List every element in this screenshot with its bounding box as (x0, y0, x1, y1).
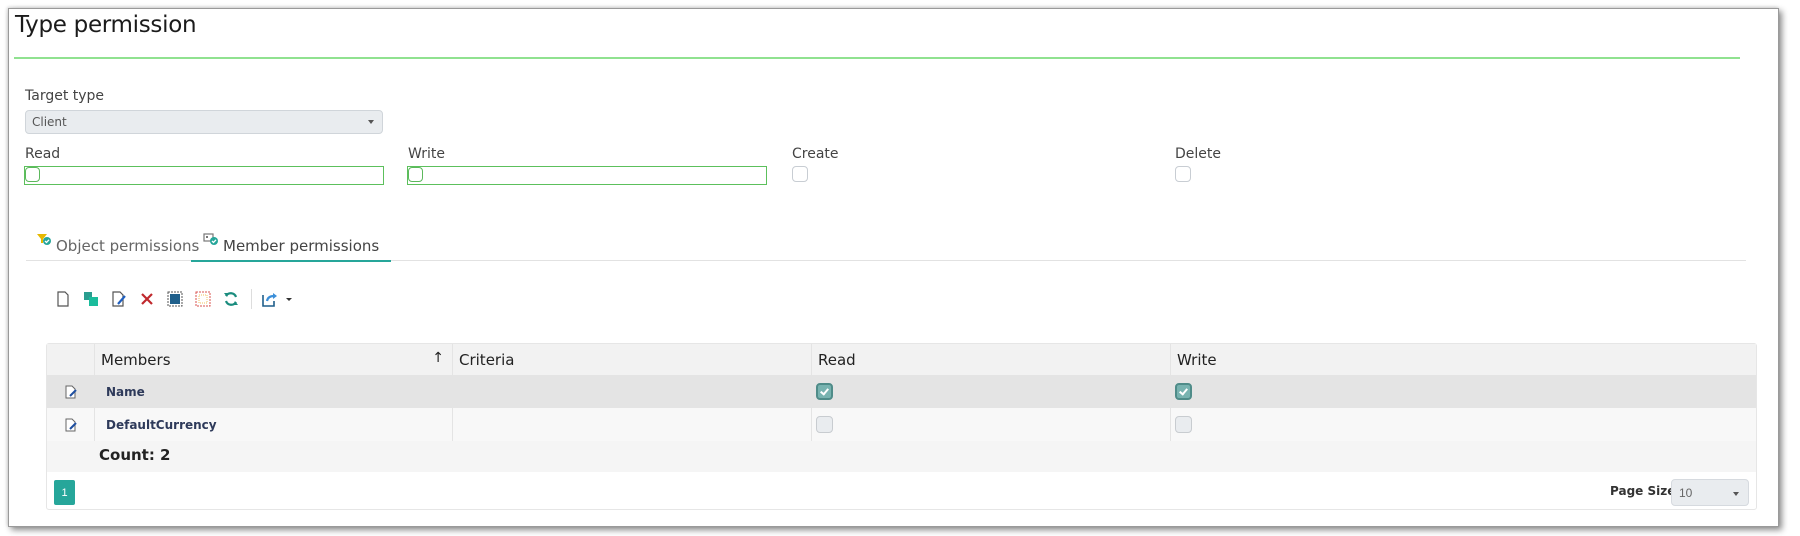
edit-document-icon (65, 418, 77, 431)
edit-button[interactable] (105, 287, 133, 311)
delete-label: Delete (1175, 146, 1221, 162)
row-read-checkbox[interactable] (816, 416, 833, 433)
refresh-icon (224, 292, 238, 306)
page-button-current[interactable]: 1 (54, 480, 75, 505)
members-check-icon (203, 232, 221, 250)
read-label: Read (25, 146, 61, 162)
chevron-down-icon (1733, 492, 1739, 496)
page-title: Type permission (15, 12, 197, 38)
delete-x-icon (141, 293, 153, 305)
row-read-checkbox[interactable] (816, 383, 833, 400)
column-header-read[interactable]: Read (811, 344, 1170, 375)
page-size-label: Page Size: (1610, 484, 1681, 498)
tab-label: Member permissions (223, 236, 380, 255)
title-divider (14, 57, 1740, 59)
row-count: Count: 2 (99, 446, 171, 464)
dropdown-caret-icon (286, 298, 292, 301)
unselect-all-button[interactable] (189, 287, 217, 311)
row-write-checkbox[interactable] (1175, 416, 1192, 433)
member-name: Name (106, 384, 145, 399)
target-type-value: Client (32, 115, 67, 129)
new-document-icon (57, 291, 69, 307)
row-edit-button[interactable] (47, 375, 94, 408)
row-edit-button[interactable] (47, 408, 94, 441)
target-type-label: Target type (25, 88, 105, 104)
tab-object-permissions[interactable]: Object permissions (36, 231, 199, 261)
criteria-cell (452, 408, 811, 441)
unselect-all-icon (195, 291, 211, 307)
members-grid: Members ↑ Criteria Read Write Name Defau… (46, 343, 1757, 510)
row-write-checkbox[interactable] (1175, 383, 1192, 400)
page-size-value: 10 (1679, 485, 1693, 500)
write-cell (1170, 408, 1528, 441)
page-size-select[interactable]: 10 (1671, 479, 1749, 506)
refresh-button[interactable] (217, 287, 245, 311)
grid-header: Members ↑ Criteria Read Write (47, 344, 1756, 375)
filter-check-icon (36, 232, 54, 250)
tab-label: Object permissions (56, 237, 200, 255)
permission-tabs: Object permissions Member permissions (26, 231, 1746, 262)
type-permission-window: Type permission Target type Client Read … (8, 8, 1779, 527)
create-checkbox[interactable] (792, 166, 808, 182)
members-cell: DefaultCurrency (94, 408, 452, 441)
criteria-cell (452, 375, 811, 408)
edit-document-icon (65, 385, 77, 398)
select-all-button[interactable] (161, 287, 189, 311)
tab-member-permissions[interactable]: Member permissions (191, 231, 392, 262)
column-header-members[interactable]: Members ↑ (94, 344, 452, 375)
write-label: Write (408, 146, 445, 162)
read-checkbox[interactable] (25, 167, 40, 182)
create-label: Create (792, 146, 839, 162)
read-cell (811, 375, 1170, 408)
clone-button[interactable] (77, 287, 105, 311)
write-cell (1170, 375, 1528, 408)
column-header-write[interactable]: Write (1170, 344, 1528, 375)
read-field (24, 166, 384, 185)
edit-document-icon (112, 291, 126, 307)
grid-footer: Count: 2 (47, 441, 1756, 472)
chevron-down-icon (368, 120, 374, 124)
sort-ascending-icon: ↑ (432, 350, 444, 366)
delete-checkbox[interactable] (1175, 166, 1191, 182)
write-checkbox[interactable] (408, 167, 423, 182)
grid-toolbar (49, 287, 298, 311)
write-field (407, 166, 767, 185)
new-button[interactable] (49, 287, 77, 311)
members-cell: Name (94, 375, 452, 408)
target-type-select[interactable]: Client (25, 110, 383, 134)
column-header-edit (47, 344, 94, 375)
column-header-criteria[interactable]: Criteria (452, 344, 811, 375)
export-button[interactable] (258, 287, 298, 311)
table-row[interactable]: Name (47, 375, 1756, 408)
clone-icon (84, 292, 98, 306)
column-header-label: Members (101, 350, 171, 369)
export-icon (262, 293, 277, 307)
select-all-icon (167, 291, 183, 307)
delete-button[interactable] (133, 287, 161, 311)
table-row[interactable]: DefaultCurrency (47, 408, 1756, 441)
read-cell (811, 408, 1170, 441)
toolbar-separator (251, 289, 252, 309)
member-name: DefaultCurrency (106, 417, 217, 432)
